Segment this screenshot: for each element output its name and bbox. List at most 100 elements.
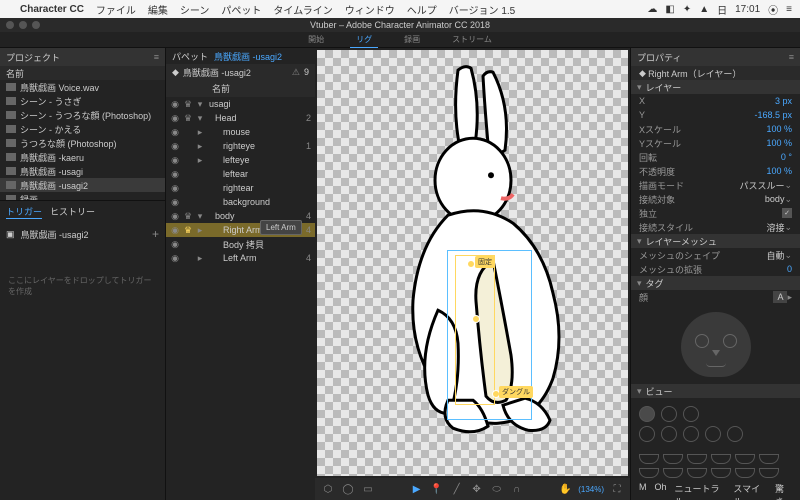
visibility-icon[interactable]: ◉: [170, 225, 180, 236]
menu-icon[interactable]: ≡: [786, 4, 792, 15]
view-dot[interactable]: [705, 426, 721, 442]
layer-row[interactable]: ◉♛▾Head2: [166, 111, 315, 125]
handle-tag-dangle[interactable]: ダングル: [499, 386, 533, 398]
tool-mesh-icon[interactable]: ⬡: [321, 482, 335, 496]
view-dot[interactable]: [639, 426, 655, 442]
visibility-icon[interactable]: ◉: [170, 155, 180, 166]
panel-menu-icon[interactable]: ≡: [154, 52, 159, 62]
tool-dragger-icon[interactable]: ✥: [470, 482, 484, 496]
mouth-shape[interactable]: [687, 468, 707, 478]
blend-mode-select[interactable]: パススルー: [739, 179, 784, 192]
view-dot[interactable]: [683, 426, 699, 442]
disclosure-icon[interactable]: ▸: [196, 225, 204, 236]
prop-value[interactable]: -168.5 px: [754, 110, 792, 120]
tab-stream[interactable]: ストリーム: [446, 32, 498, 47]
face-rig-widget[interactable]: [631, 304, 800, 384]
tab-rig[interactable]: リグ: [350, 32, 378, 48]
mouth-shape[interactable]: [639, 454, 659, 464]
prop-value[interactable]: 0 °: [781, 152, 792, 162]
project-item[interactable]: 鳥獣戯画 -usagi: [0, 164, 165, 178]
section-mesh[interactable]: レイヤーメッシュ: [646, 235, 717, 248]
fit-icon[interactable]: ⛶: [610, 482, 624, 496]
tool-pin-icon[interactable]: 📍: [430, 482, 444, 496]
tag-value[interactable]: A: [773, 291, 787, 303]
tool-outline-icon[interactable]: ▭: [361, 482, 375, 496]
mouth-shape[interactable]: [735, 468, 755, 478]
tab-start[interactable]: 開始: [302, 32, 330, 47]
handle-mid[interactable]: [472, 315, 480, 323]
disclosure-icon[interactable]: ▸: [196, 141, 204, 152]
menu-version[interactable]: バージョン 1.5: [449, 2, 515, 17]
section-view[interactable]: ビュー: [646, 385, 673, 398]
viewport[interactable]: 固定 ダングル: [317, 50, 628, 476]
menu-window[interactable]: ウィンドウ: [345, 2, 395, 17]
prop-value[interactable]: 100 %: [766, 124, 792, 134]
mouth-shape[interactable]: [759, 468, 779, 478]
tool-handle-icon[interactable]: ◯: [341, 482, 355, 496]
prop-value[interactable]: 100 %: [766, 138, 792, 148]
app-name[interactable]: Character CC: [20, 4, 84, 15]
attach-to-select[interactable]: body: [765, 194, 785, 204]
layer-row[interactable]: ◉♛▾usagi: [166, 97, 315, 111]
status-icon[interactable]: ◧: [665, 4, 674, 15]
mesh-ext-value[interactable]: 0: [787, 264, 792, 274]
disclosure-icon[interactable]: ▾: [196, 99, 204, 110]
project-item[interactable]: シーン - うつろな顔 (Photoshop): [0, 108, 165, 122]
handle-tag-fixed[interactable]: 固定: [475, 256, 495, 268]
mouth-shape[interactable]: [759, 454, 779, 464]
menu-edit[interactable]: 編集: [148, 2, 168, 17]
view-dot[interactable]: [727, 426, 743, 442]
project-item[interactable]: 録画: [0, 192, 165, 200]
layer-row[interactable]: ◉▸Left Arm4: [166, 251, 315, 265]
project-item[interactable]: 鳥獣戯画 -kaeru: [0, 150, 165, 164]
tool-dangle-icon[interactable]: ⬭: [490, 482, 504, 496]
visibility-icon[interactable]: ◉: [170, 239, 180, 250]
layer-row[interactable]: ◉leftear: [166, 167, 315, 181]
mouth-shape[interactable]: [663, 468, 683, 478]
visibility-icon[interactable]: ◉: [170, 141, 180, 152]
disclosure-icon[interactable]: ▸: [196, 253, 204, 264]
visibility-icon[interactable]: ◉: [170, 169, 180, 180]
mouth-shape[interactable]: [735, 454, 755, 464]
visibility-icon[interactable]: ◉: [170, 197, 180, 208]
panel-menu-icon[interactable]: ≡: [789, 52, 794, 62]
visibility-icon[interactable]: ◉: [170, 127, 180, 138]
layer-row[interactable]: ◉▸lefteye: [166, 153, 315, 167]
project-item[interactable]: 鳥獣戯画 Voice.wav: [0, 80, 165, 94]
face-left-eye-icon[interactable]: [695, 334, 709, 348]
disclosure-icon[interactable]: ▸: [196, 127, 204, 138]
wifi-icon[interactable]: ▲: [699, 4, 709, 15]
view-dot[interactable]: [683, 406, 699, 422]
spotlight-icon[interactable]: ⦿: [768, 2, 778, 17]
traffic-lights[interactable]: [6, 21, 40, 29]
section-tag[interactable]: タグ: [646, 277, 664, 290]
mouth-shape[interactable]: [687, 454, 707, 464]
visibility-icon[interactable]: ◉: [170, 99, 180, 110]
crown-icon[interactable]: ♛: [183, 211, 193, 222]
lang-icon[interactable]: 日: [717, 2, 727, 17]
status-icon[interactable]: ✦: [683, 4, 691, 15]
trigger-target-row[interactable]: ▣ 鳥獣戯画 -usagi2 +: [0, 223, 165, 245]
tab-history[interactable]: ヒストリー: [50, 205, 95, 219]
tool-magnet-icon[interactable]: ∩: [510, 482, 524, 496]
prop-value[interactable]: 3 px: [775, 96, 792, 106]
menu-file[interactable]: ファイル: [96, 2, 136, 17]
layer-row[interactable]: ◉Body 拷貝: [166, 237, 315, 251]
zoom-level[interactable]: (134%): [578, 485, 604, 494]
layer-row[interactable]: ◉▸righteye1: [166, 139, 315, 153]
view-dot[interactable]: [661, 426, 677, 442]
disclosure-icon[interactable]: ▾: [196, 113, 204, 124]
prop-value[interactable]: 100 %: [766, 166, 792, 176]
face-right-eye-icon[interactable]: [723, 334, 737, 348]
tab-triggers[interactable]: トリガー: [6, 205, 42, 219]
layer-row[interactable]: ◉rightear: [166, 181, 315, 195]
visibility-icon[interactable]: ◉: [170, 183, 180, 194]
crown-icon[interactable]: ♛: [183, 99, 193, 110]
visibility-icon[interactable]: ◉: [170, 253, 180, 264]
breadcrumb-root[interactable]: パペット: [172, 50, 208, 63]
menu-help[interactable]: ヘルプ: [407, 2, 437, 17]
status-icon[interactable]: ☁: [647, 4, 657, 15]
face-nose-icon[interactable]: [712, 350, 720, 356]
view-dot[interactable]: [661, 406, 677, 422]
mouth-shape[interactable]: [711, 454, 731, 464]
